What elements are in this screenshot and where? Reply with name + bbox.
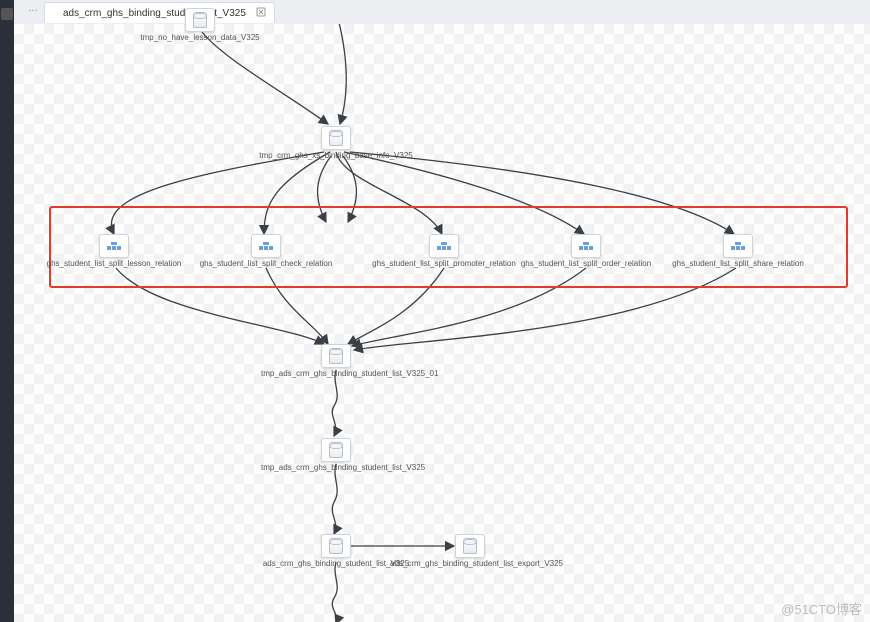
node-split-share-relation[interactable] — [723, 234, 753, 258]
node-label: tmp_crm_ghs_xs_binding_base_info_V325 — [259, 152, 412, 161]
tab-bar: … ads_crm_ghs_binding_student_list_V325 — [14, 0, 870, 25]
edge-layer — [14, 24, 870, 622]
node-split-lesson-relation[interactable] — [99, 234, 129, 258]
node-split-check-relation[interactable] — [251, 234, 281, 258]
diagram-canvas[interactable]: tmp_no_have_lesson_data_V325 tmp_crm_ghs… — [14, 24, 870, 622]
node-tmp-no-have-lesson[interactable] — [185, 8, 215, 32]
node-label: ghs_student_list_split_promoter_relation — [372, 260, 516, 269]
tab-prev-dots[interactable]: … — [28, 3, 38, 14]
rail-icon — [1, 8, 13, 20]
close-icon[interactable] — [256, 7, 266, 17]
node-label: ads_crm_ghs_binding_student_list_export_… — [390, 560, 550, 569]
node-tmp-crm-ghs-xs-binding-base[interactable] — [321, 126, 351, 150]
node-ads-binding-student-list[interactable] — [321, 534, 351, 558]
node-ads-binding-student-list-export[interactable] — [455, 534, 485, 558]
node-label: tmp_no_have_lesson_data_V325 — [140, 34, 259, 43]
node-split-promoter-relation[interactable] — [429, 234, 459, 258]
node-tmp-binding-student-list-01[interactable] — [321, 344, 351, 368]
node-label: tmp_ads_crm_ghs_binding_student_list_V32… — [261, 370, 411, 379]
node-label: ghs_student_list_split_share_relation — [672, 260, 804, 269]
left-rail — [0, 0, 14, 622]
node-label: ghs_student_list_split_lesson_relation — [47, 260, 182, 269]
node-label: ads_crm_ghs_binding_student_list_V325 — [261, 560, 411, 569]
tab-title: ads_crm_ghs_binding_student_list_V325 — [63, 8, 246, 19]
node-split-order-relation[interactable] — [571, 234, 601, 258]
node-label: ghs_student_list_split_check_relation — [200, 260, 333, 269]
node-tmp-binding-student-list[interactable] — [321, 438, 351, 462]
node-label: tmp_ads_crm_ghs_binding_student_list_V32… — [261, 464, 411, 473]
node-label: ghs_student_list_split_order_relation — [521, 260, 651, 269]
active-tab[interactable]: ads_crm_ghs_binding_student_list_V325 — [44, 2, 275, 23]
